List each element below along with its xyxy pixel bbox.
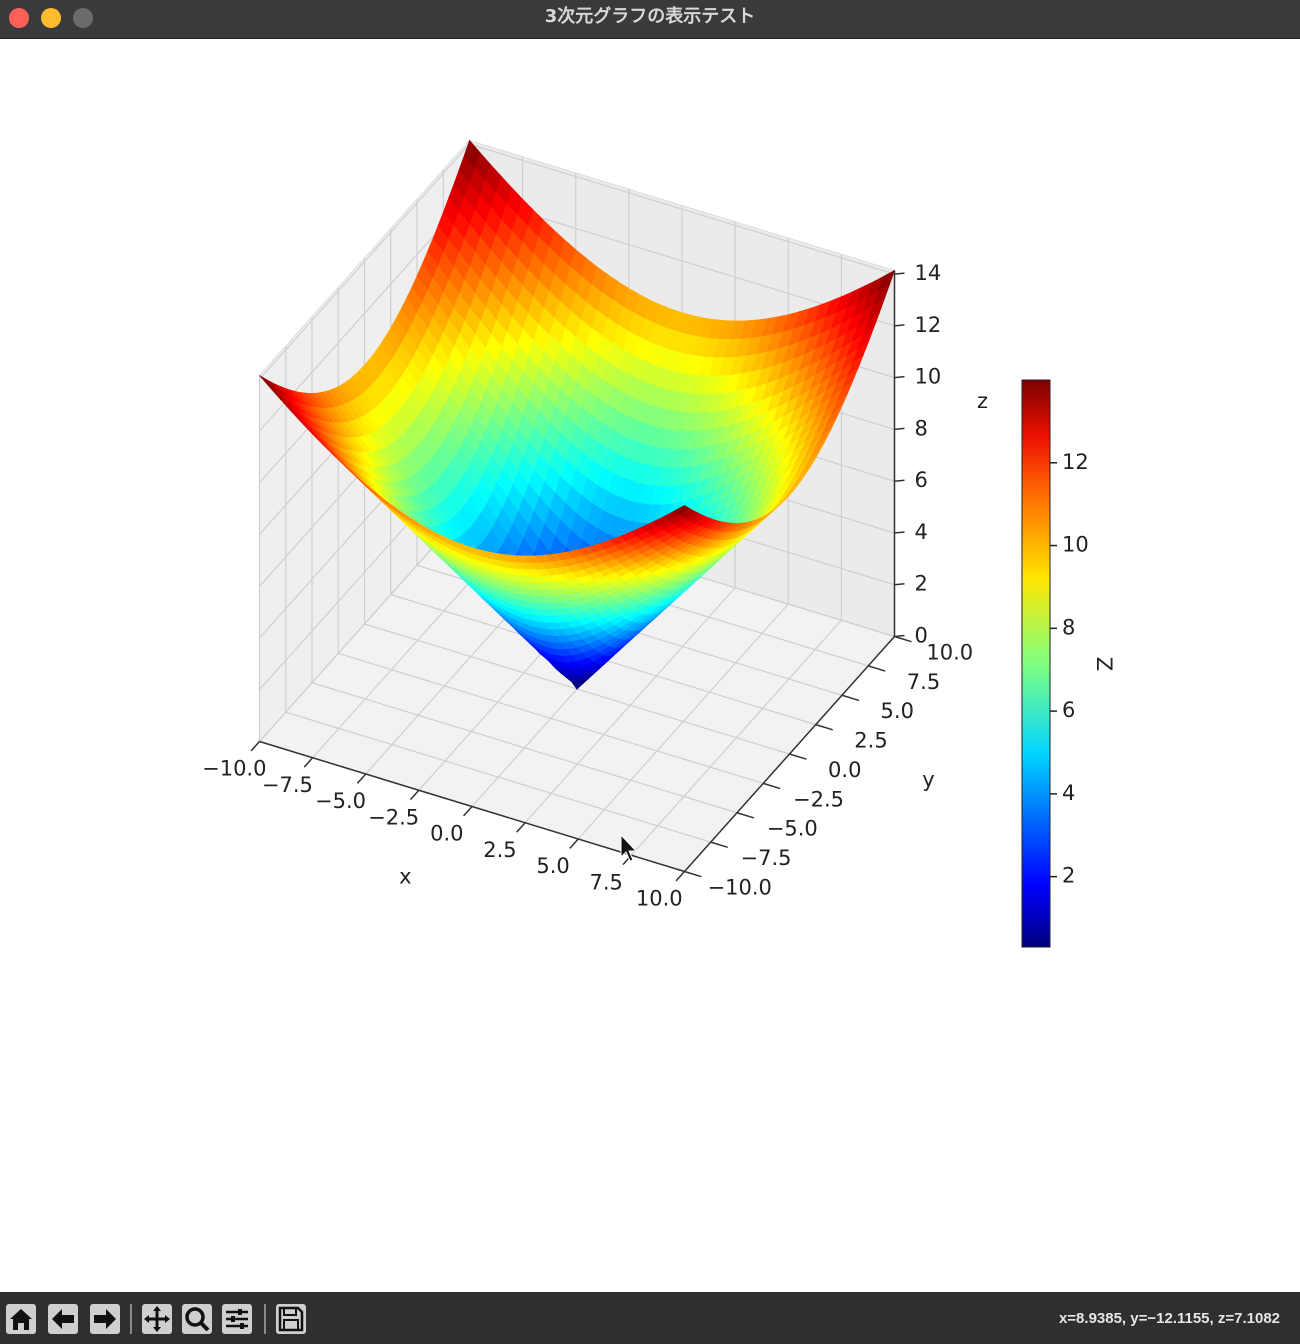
z-axis-label: z: [977, 389, 988, 413]
colorbar-tick-label: 4: [1062, 781, 1075, 805]
z-tick-label: 6: [915, 468, 928, 492]
y-tick-label: −7.5: [741, 846, 792, 870]
x-tick-label: 7.5: [589, 870, 622, 894]
pan-icon: [144, 1306, 170, 1332]
y-tick-mark: [684, 870, 702, 878]
y-tick-mark: [841, 694, 860, 702]
x-tick-mark: [409, 789, 420, 801]
z-tick-label: 4: [915, 520, 928, 544]
save-button[interactable]: [276, 1304, 306, 1334]
zoom-button[interactable]: [182, 1304, 212, 1334]
z-tick-label: 0: [915, 624, 928, 648]
colorbar-tick-label: 12: [1062, 450, 1089, 474]
y-tick-label: −5.0: [767, 817, 818, 841]
toolbar-separator: [130, 1304, 132, 1334]
surface-plot[interactable]: −10.0−7.5−5.0−2.50.02.55.07.510.0x −10.0−…: [0, 39, 1300, 1292]
z-tick-label: 2: [915, 572, 928, 596]
colorbar-tick-label: 10: [1062, 533, 1089, 557]
back-icon: [52, 1309, 74, 1329]
save-icon: [278, 1306, 304, 1332]
zoom-icon: [185, 1307, 210, 1332]
y-tick-mark: [789, 753, 807, 760]
x-tick-mark: [675, 871, 686, 882]
x-axis-label: x: [399, 865, 411, 889]
y-tick-label: 5.0: [881, 699, 914, 723]
z-tick-mark: [894, 634, 905, 638]
x-tick-label: 5.0: [536, 854, 569, 878]
y-tick-mark: [868, 665, 886, 672]
x-tick-label: 0.0: [430, 822, 463, 846]
x-tick-mark: [569, 838, 579, 849]
x-tick-label: 10.0: [636, 887, 683, 911]
back-button[interactable]: [48, 1304, 78, 1334]
forward-icon: [94, 1309, 116, 1329]
y-tick-mark: [815, 723, 833, 731]
colorbar: 2 4 6 8 10 12 Z: [1021, 379, 1116, 948]
y-tick-label: 10.0: [926, 640, 973, 664]
colorbar-tick-label: 2: [1062, 864, 1075, 888]
x-tick-label: −5.0: [315, 789, 366, 813]
y-tick-mark: [710, 841, 728, 849]
y-tick-mark: [736, 812, 755, 819]
colorbar-label: Z: [1092, 657, 1116, 671]
x-tick-mark: [356, 773, 367, 784]
z-tick-label: 14: [915, 261, 942, 285]
y-tick-mark: [894, 635, 912, 643]
navigation-toolbar: x=8.9385, y=−12.1155, z=7.1082: [0, 1292, 1300, 1344]
forward-button[interactable]: [90, 1304, 120, 1334]
x-tick-mark: [250, 741, 261, 752]
x-tick-label: −10.0: [202, 757, 266, 781]
cursor-coordinates: x=8.9385, y=−12.1155, z=7.1082: [1058, 1310, 1280, 1327]
z-tick-mark: [894, 272, 905, 275]
z-tick-mark: [894, 531, 905, 534]
home-button[interactable]: [6, 1304, 36, 1334]
x-tick-mark: [516, 822, 526, 833]
x-tick-label: −2.5: [368, 805, 419, 829]
x-tick-label: 2.5: [483, 838, 516, 862]
figure-canvas[interactable]: −10.0 −7.5 −5.0 −2.5 0.0 2.5 5.0 7.5 10.0 x −10.0−…: [0, 39, 1300, 1292]
z-tick-mark: [894, 324, 905, 327]
window-title: 3次元グラフの表示テスト: [544, 6, 756, 27]
x-tick-label: −7.5: [262, 773, 313, 797]
configure-subplots-button[interactable]: [222, 1304, 252, 1334]
y-tick-label: −2.5: [793, 787, 844, 811]
y-tick-label: −10.0: [708, 875, 772, 899]
z-tick-mark: [894, 427, 905, 431]
x-tick-mark: [303, 757, 314, 768]
z-tick-mark: [894, 582, 905, 586]
z-tick-mark: [894, 375, 905, 379]
y-tick-label: 2.5: [854, 729, 887, 753]
colorbar-tick-label: 6: [1062, 698, 1075, 722]
z-tick-label: 12: [915, 313, 942, 337]
home-icon: [10, 1309, 32, 1330]
toolbar-separator: [264, 1304, 266, 1334]
y-axis-label: y: [922, 767, 934, 791]
y-tick-mark: [763, 782, 781, 790]
z-tick-label: 8: [915, 416, 928, 440]
y-tick-label: 0.0: [828, 758, 861, 782]
y-tick-label: 7.5: [907, 670, 940, 694]
configure-subplots-icon: [226, 1309, 248, 1329]
pan-button[interactable]: [142, 1304, 172, 1334]
window-titlebar: 3次元グラフの表示テスト: [0, 0, 1300, 39]
colorbar-gradient: [1021, 379, 1051, 948]
colorbar-tick-label: 8: [1062, 615, 1075, 639]
z-tick-label: 10: [915, 365, 942, 389]
z-tick-mark: [894, 479, 905, 482]
x-tick-mark: [463, 806, 473, 817]
